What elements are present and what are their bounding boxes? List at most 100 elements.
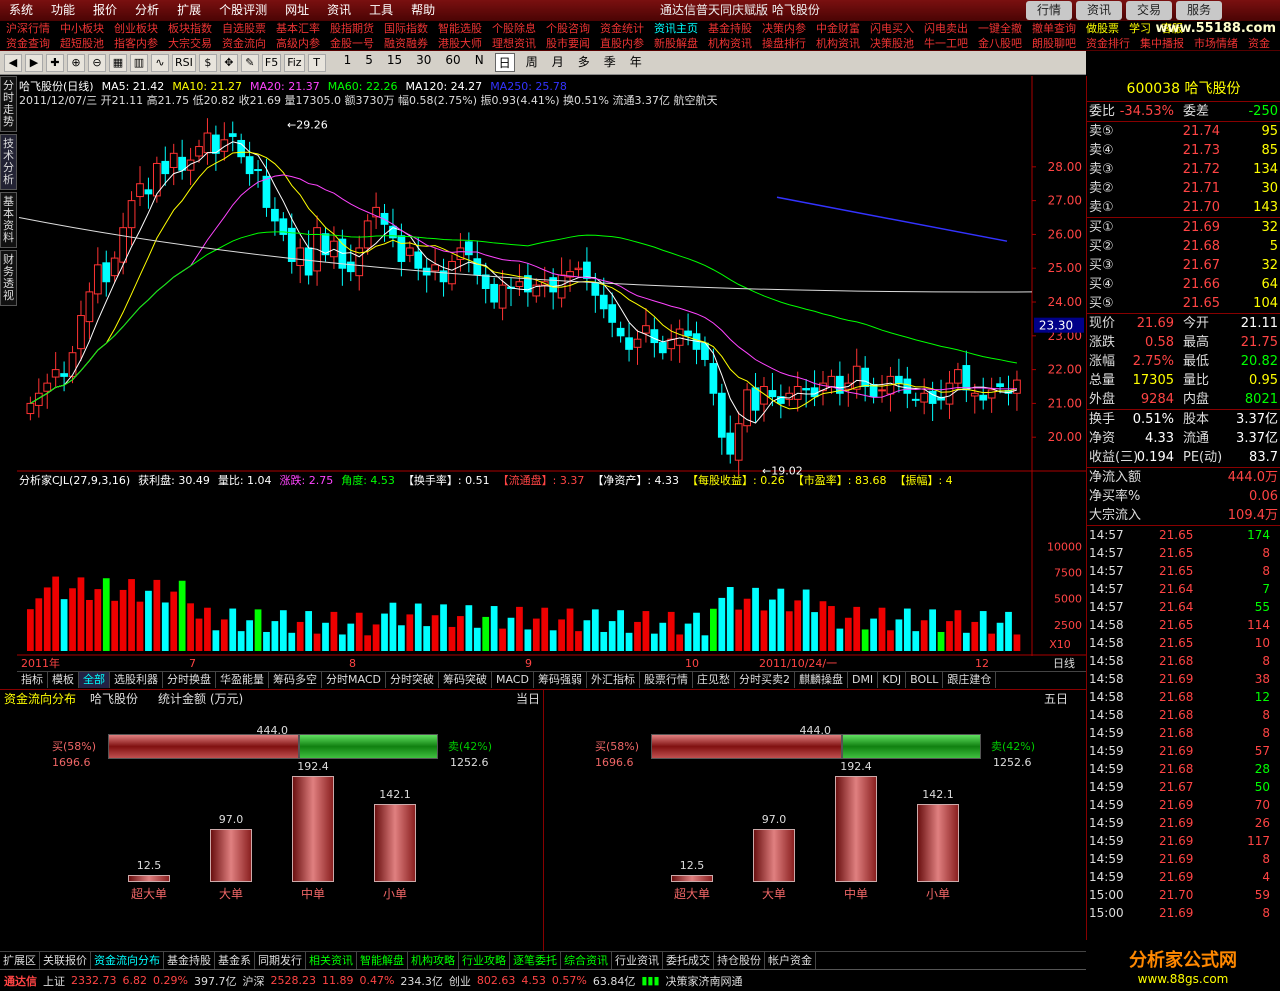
period-7[interactable]: 周 [523,53,541,72]
quick-nav-link[interactable]: 大宗交易 [168,37,212,50]
indicator-tab[interactable]: 全部 [79,672,110,688]
sh-label[interactable]: 上证 [43,973,65,989]
bottom-tab[interactable]: 扩展区 [0,952,40,969]
quick-nav-link[interactable]: 资讯主页 [654,22,698,35]
indicator-tab[interactable]: 分时换盘 [163,672,216,688]
period-1[interactable]: 5 [362,53,376,72]
kline-svg[interactable]: 28.0027.0026.0025.0024.0023.0022.0021.00… [17,76,1086,671]
indicator-tab[interactable]: 股票行情 [640,672,693,688]
quick-nav-link[interactable]: 资金流向 [222,37,266,50]
tab-fundamentals[interactable]: 基本资料 [0,192,17,248]
zoom-in-icon[interactable]: ⊕ [67,53,85,72]
period-3[interactable]: 30 [413,53,434,72]
flow-title[interactable]: 资金流向分布 [4,690,76,708]
mode-tab-news[interactable]: 资讯 [1076,1,1122,20]
bottom-tab[interactable]: 智能解盘 [357,952,408,969]
quick-nav-link[interactable]: 个股咨询 [546,22,590,35]
indicator-tab[interactable]: KDJ [878,672,907,688]
draw-pen-icon[interactable]: ✎ [240,53,259,72]
quick-nav-link[interactable]: 股市要闻 [546,37,590,50]
tab-technical[interactable]: 技术分析 [0,134,17,190]
quick-nav-link[interactable]: 资金统计 [600,22,644,35]
buy-row[interactable]: 买③ 21.67 32 [1087,256,1280,275]
quick-nav-link[interactable]: 直股内参 [600,37,644,50]
menu-stock-eval[interactable]: 个股评测 [210,0,276,21]
quick-nav-link[interactable]: 资金排行 [1086,37,1130,50]
quick-nav-link[interactable]: 朗股聊吧 [1032,37,1076,50]
period-0[interactable]: 1 [341,53,355,72]
menu-tools[interactable]: 工具 [360,0,402,21]
indicator-tab[interactable]: 庄见愁 [693,672,735,688]
crosshair-icon[interactable]: ✚ [46,53,64,72]
period-6[interactable]: 日 [494,53,515,72]
bottom-tab[interactable]: 帐户资金 [765,952,816,969]
quick-nav-link[interactable]: 国际指数 [384,22,428,35]
candle-icon[interactable]: ▥ [130,53,148,72]
quick-nav-link[interactable]: 中小板块 [60,22,104,35]
quick-nav-link[interactable]: 中金财富 [816,22,860,35]
period-4[interactable]: 60 [442,53,463,72]
quick-nav-link[interactable]: 金八股吧 [978,37,1022,50]
indicator-icon[interactable]: ∿ [151,53,169,72]
menu-function[interactable]: 功能 [42,0,84,21]
indicator-tab[interactable]: 华盈能量 [216,672,269,688]
menu-system[interactable]: 系统 [0,0,42,21]
server-site[interactable]: 决策家济南网通 [666,973,743,989]
quick-nav-link[interactable]: 资金 [1248,37,1270,50]
menu-quote[interactable]: 报价 [84,0,126,21]
bottom-tab[interactable]: 机构攻略 [408,952,459,969]
quick-nav-link[interactable]: 金股一号 [330,37,374,50]
quick-nav-link[interactable]: 高级内参 [276,37,320,50]
quick-nav-link[interactable]: 创业板块 [114,22,158,35]
menu-news[interactable]: 资讯 [318,0,360,21]
bottom-tab[interactable]: 同期发行 [255,952,306,969]
quick-nav-link[interactable]: 港股大师 [438,37,482,50]
zoom-out-icon[interactable]: ⊖ [88,53,106,72]
menu-websites[interactable]: 网址 [276,0,318,21]
quick-nav-link[interactable]: 一键全撤 [978,22,1022,35]
indicator-tab[interactable]: MACD [492,672,534,688]
sell-row[interactable]: 卖① 21.70 143 [1087,198,1280,217]
quick-nav-link[interactable]: 集中播报 [1140,37,1184,50]
quick-nav-link[interactable]: 撤单查询 [1032,22,1076,35]
quick-nav-link[interactable]: 牛一工吧 [924,37,968,50]
quick-nav-link[interactable]: 智能选股 [438,22,482,35]
menu-analysis[interactable]: 分析 [126,0,168,21]
quick-nav-link[interactable]: 自选股票 [222,22,266,35]
quick-nav-link[interactable]: 股指期货 [330,22,374,35]
mode-tab-trade[interactable]: 交易 [1126,1,1172,20]
buy-row[interactable]: 买① 21.69 32 [1087,218,1280,237]
bottom-tab[interactable]: 基金持股 [164,952,215,969]
quick-nav-link[interactable]: 资金查询 [6,37,50,50]
bottom-tab[interactable]: 基金系 [215,952,255,969]
quick-nav-link[interactable]: 决策内参 [762,22,806,35]
text-icon[interactable]: T [307,53,326,72]
quick-nav-link[interactable]: 闪电卖出 [924,22,968,35]
indicator-tab[interactable]: BOLL [906,672,944,688]
dollar-icon[interactable]: $ [198,53,217,72]
menu-extend[interactable]: 扩展 [168,0,210,21]
indicator-tab[interactable]: 外汇指标 [587,672,640,688]
quick-nav-link[interactable]: 学习 [1129,22,1151,35]
sell-row[interactable]: 卖② 21.71 30 [1087,179,1280,198]
period-10[interactable]: 季 [601,53,619,72]
quick-nav-link[interactable]: 沪深行情 [6,22,50,35]
period-9[interactable]: 多 [575,53,593,72]
indicator-tab[interactable]: 分时突破 [386,672,439,688]
indicator-tab[interactable]: 指标 [17,672,48,688]
sell-row[interactable]: 卖④ 21.73 85 [1087,141,1280,160]
period-2[interactable]: 15 [384,53,405,72]
period-8[interactable]: 月 [549,53,567,72]
bottom-tab[interactable]: 资金流向分布 [91,952,164,969]
bottom-tab[interactable]: 行业攻略 [459,952,510,969]
tab-financials[interactable]: 财务透视 [0,250,17,306]
flow-period-today[interactable]: 当日 [516,690,540,708]
tick-list[interactable]: 14:57 21.65 174 14:57 21.65 8 14:57 21.65 8 14:57… [1087,526,1280,922]
quick-nav-link[interactable]: 新股解盘 [654,37,698,50]
bottom-tab[interactable]: 持仓股份 [714,952,765,969]
sell-row[interactable]: 卖③ 21.72 134 [1087,160,1280,179]
period-5[interactable]: N [472,53,487,72]
bottom-tab[interactable]: 相关资讯 [306,952,357,969]
quick-nav-link[interactable]: 融资融券 [384,37,428,50]
indicator-tab[interactable]: 麒麟操盘 [795,672,848,688]
